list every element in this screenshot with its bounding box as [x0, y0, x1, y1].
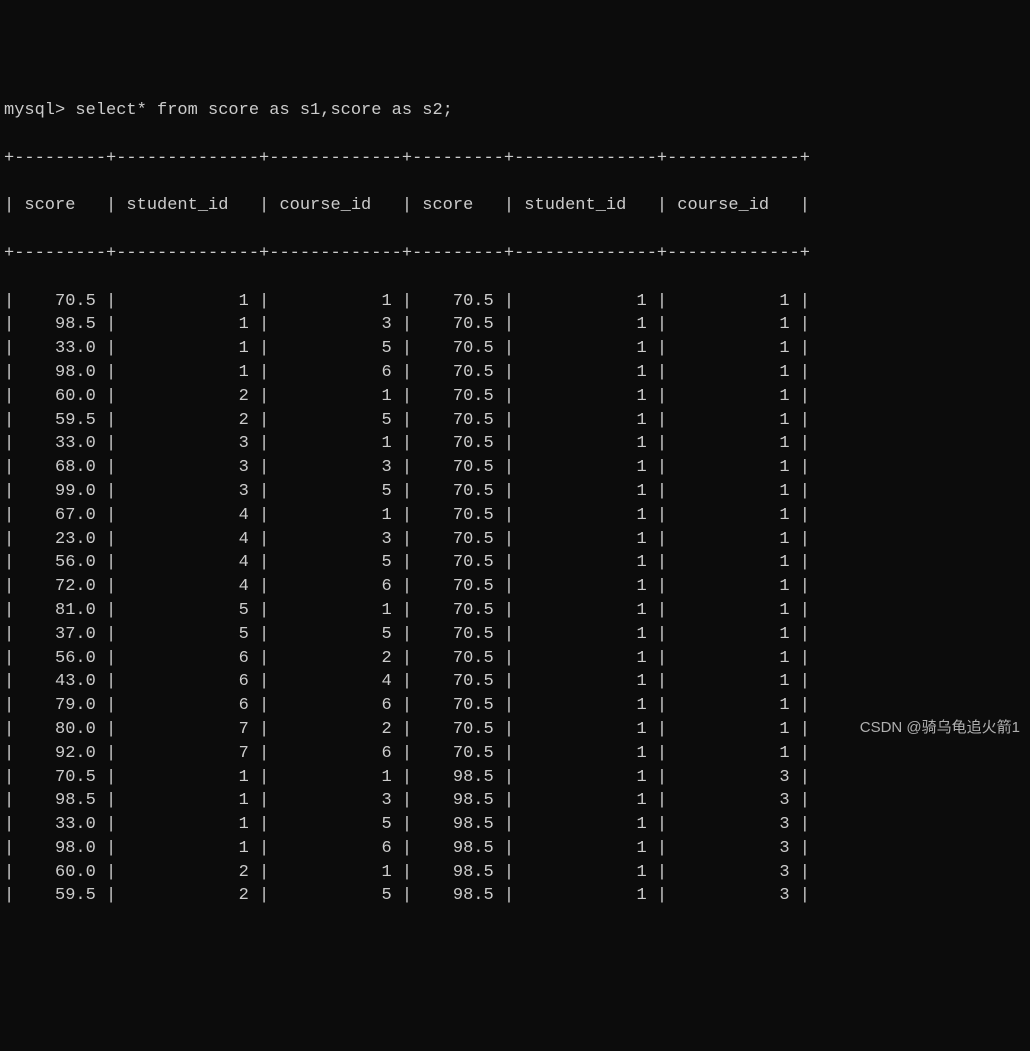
table-row: | 92.0 | 7 | 6 | 70.5 | 1 | 1 |	[4, 742, 1030, 766]
table-row: | 59.5 | 2 | 5 | 98.5 | 1 | 3 |	[4, 884, 1030, 908]
table-row: | 81.0 | 5 | 1 | 70.5 | 1 | 1 |	[4, 599, 1030, 623]
table-row: | 33.0 | 1 | 5 | 70.5 | 1 | 1 |	[4, 337, 1030, 361]
table-row: | 98.0 | 1 | 6 | 70.5 | 1 | 1 |	[4, 361, 1030, 385]
table-row: | 99.0 | 3 | 5 | 70.5 | 1 | 1 |	[4, 480, 1030, 504]
table-row: | 60.0 | 2 | 1 | 98.5 | 1 | 3 |	[4, 861, 1030, 885]
table-row: | 56.0 | 4 | 5 | 70.5 | 1 | 1 |	[4, 551, 1030, 575]
table-row: | 59.5 | 2 | 5 | 70.5 | 1 | 1 |	[4, 409, 1030, 433]
table-row: | 98.5 | 1 | 3 | 70.5 | 1 | 1 |	[4, 313, 1030, 337]
mysql-prompt: mysql> select* from score as s1,score as…	[4, 99, 1030, 123]
table-row: | 70.5 | 1 | 1 | 70.5 | 1 | 1 |	[4, 290, 1030, 314]
table-row: | 33.0 | 3 | 1 | 70.5 | 1 | 1 |	[4, 432, 1030, 456]
table-row: | 37.0 | 5 | 5 | 70.5 | 1 | 1 |	[4, 623, 1030, 647]
csdn-watermark: CSDN @骑乌龟追火箭1	[860, 717, 1020, 738]
table-row: | 98.0 | 1 | 6 | 98.5 | 1 | 3 |	[4, 837, 1030, 861]
table-row: | 43.0 | 6 | 4 | 70.5 | 1 | 1 |	[4, 670, 1030, 694]
table-row: | 68.0 | 3 | 3 | 70.5 | 1 | 1 |	[4, 456, 1030, 480]
table-header-row: | score | student_id | course_id | score…	[4, 194, 1030, 218]
table-row: | 79.0 | 6 | 6 | 70.5 | 1 | 1 |	[4, 694, 1030, 718]
table-row: | 60.0 | 2 | 1 | 70.5 | 1 | 1 |	[4, 385, 1030, 409]
table-row: | 67.0 | 4 | 1 | 70.5 | 1 | 1 |	[4, 504, 1030, 528]
table-row: | 56.0 | 6 | 2 | 70.5 | 1 | 1 |	[4, 647, 1030, 671]
table-top-border: +---------+--------------+-------------+…	[4, 147, 1030, 171]
table-rows-container: | 70.5 | 1 | 1 | 70.5 | 1 | 1 || 98.5 | …	[4, 290, 1030, 909]
table-row: | 23.0 | 4 | 3 | 70.5 | 1 | 1 |	[4, 528, 1030, 552]
table-row: | 72.0 | 4 | 6 | 70.5 | 1 | 1 |	[4, 575, 1030, 599]
table-row: | 98.5 | 1 | 3 | 98.5 | 1 | 3 |	[4, 789, 1030, 813]
table-row: | 70.5 | 1 | 1 | 98.5 | 1 | 3 |	[4, 766, 1030, 790]
table-row: | 33.0 | 1 | 5 | 98.5 | 1 | 3 |	[4, 813, 1030, 837]
table-header-separator: +---------+--------------+-------------+…	[4, 242, 1030, 266]
